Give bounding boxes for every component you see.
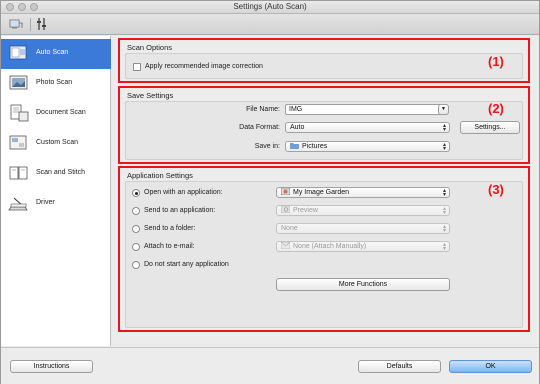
application-settings-group: Open with an application: My Image Garde… (125, 181, 523, 328)
general-settings-tab[interactable] (35, 17, 49, 31)
photo-scan-icon (9, 75, 28, 90)
ok-button[interactable]: OK (449, 360, 532, 373)
apply-correction-label: Apply recommended image correction (145, 63, 263, 70)
chevron-down-icon: ▼ (441, 106, 446, 112)
open-with-application-value: My Image Garden (293, 189, 350, 196)
sidebar-item-label: Document Scan (36, 109, 86, 116)
send-to-application-label: Send to an application: (144, 207, 216, 214)
settings-button[interactable]: Settings... (460, 121, 520, 134)
send-to-folder-label: Send to a folder: (144, 225, 196, 232)
send-to-application-value: Preview (293, 207, 318, 214)
scan-mode-sidebar: Auto Scan Photo Scan Document Scan Custo… (1, 36, 111, 346)
sidebar-item-label: Scan and Stitch (36, 169, 86, 176)
save-settings-group: File Name: IMG ▼ Data Format: Auto ▴ ▾ Se… (125, 101, 523, 160)
open-with-application-label: Open with an application: (144, 189, 223, 196)
driver-icon (8, 197, 28, 211)
window-title: Settings (Auto Scan) (233, 2, 307, 11)
section-title: Scan Options (127, 43, 173, 52)
defaults-button[interactable]: Defaults (358, 360, 441, 373)
attach-to-email-radio[interactable] (132, 243, 140, 251)
file-name-label: File Name: (246, 106, 280, 113)
save-in-select[interactable]: Pictures ▴ ▾ (285, 141, 450, 152)
send-to-folder-select[interactable]: None ▴ ▾ (276, 223, 450, 234)
sidebar-item-custom-scan[interactable]: Custom Scan (1, 129, 111, 159)
toolbar-divider (30, 18, 31, 31)
section-marker-2: (2) (488, 101, 504, 116)
updown-arrow-icon: ▴ ▾ (442, 188, 446, 198)
auto-scan-icon (9, 45, 27, 60)
sidebar-item-label: Auto Scan (36, 49, 69, 56)
do-not-start-label: Do not start any application (144, 261, 229, 268)
scan-options-group: Apply recommended image correction (125, 53, 523, 79)
attach-to-email-select[interactable]: None (Attach Manually) ▴ ▾ (276, 241, 450, 252)
toolbar (1, 14, 539, 35)
settings-window: Settings (Auto Scan) Auto Scan Photo Sca… (0, 0, 540, 384)
computer-scan-icon (9, 19, 23, 29)
scan-from-computer-tab[interactable] (9, 17, 23, 31)
title-bar: Settings (Auto Scan) (1, 1, 539, 14)
send-to-folder-radio[interactable] (132, 225, 140, 233)
sidebar-item-document-scan[interactable]: Document Scan (1, 99, 111, 129)
custom-scan-icon (9, 135, 27, 150)
updown-arrow-icon: ▴ ▾ (442, 142, 446, 152)
save-in-value: Pictures (302, 143, 328, 150)
send-to-application-select[interactable]: Preview ▴ ▾ (276, 205, 450, 216)
attach-to-email-label: Attach to e-mail: (144, 243, 195, 250)
save-in-label: Save in: (254, 143, 280, 150)
section-marker-1: (1) (488, 54, 504, 69)
section-title: Application Settings (127, 171, 193, 180)
footer: Instructions Defaults OK (1, 347, 539, 384)
open-with-application-radio[interactable] (132, 189, 140, 197)
sidebar-item-photo-scan[interactable]: Photo Scan (1, 69, 111, 99)
scan-stitch-icon (9, 166, 28, 180)
scan-options-section: Scan Options Apply recommended image cor… (118, 38, 530, 83)
section-marker-3: (3) (488, 182, 504, 197)
sidebar-item-driver[interactable]: Driver (1, 189, 111, 219)
data-format-value: Auto (290, 124, 305, 131)
instructions-button[interactable]: Instructions (10, 360, 93, 373)
apply-correction-checkbox[interactable] (133, 63, 141, 71)
data-format-select[interactable]: Auto ▴ ▾ (285, 122, 450, 133)
section-title: Save Settings (127, 91, 174, 100)
open-with-application-select[interactable]: My Image Garden ▴ ▾ (276, 187, 450, 198)
sidebar-item-label: Driver (36, 199, 55, 206)
mail-app-icon (281, 242, 290, 249)
updown-arrow-icon: ▴ ▾ (442, 224, 446, 234)
tools-icon (37, 18, 46, 30)
sidebar-item-auto-scan[interactable]: Auto Scan (1, 39, 111, 69)
updown-arrow-icon: ▴ ▾ (442, 206, 446, 216)
do-not-start-radio[interactable] (132, 261, 140, 269)
attach-to-email-value: None (Attach Manually) (293, 243, 367, 250)
folder-icon (290, 143, 299, 149)
my-image-garden-icon (281, 188, 290, 195)
settings-content: Scan Options Apply recommended image cor… (118, 36, 535, 346)
file-name-dropdown-button[interactable]: ▼ (438, 104, 449, 115)
file-name-field[interactable]: IMG (285, 104, 448, 115)
more-functions-button[interactable]: More Functions (276, 278, 450, 291)
sidebar-item-label: Custom Scan (36, 139, 79, 146)
preview-app-icon (281, 206, 290, 213)
send-to-application-radio[interactable] (132, 207, 140, 215)
send-to-folder-value: None (281, 225, 298, 232)
sidebar-item-scan-and-stitch[interactable]: Scan and Stitch (1, 159, 111, 189)
save-settings-section: Save Settings File Name: IMG ▼ Data Form… (118, 86, 530, 164)
updown-arrow-icon: ▴ ▾ (442, 123, 446, 133)
sidebar-item-label: Photo Scan (36, 79, 73, 86)
document-scan-icon (10, 104, 29, 122)
updown-arrow-icon: ▴ ▾ (442, 242, 446, 252)
application-settings-section: Application Settings Open with an applic… (118, 166, 530, 332)
data-format-label: Data Format: (239, 124, 280, 131)
